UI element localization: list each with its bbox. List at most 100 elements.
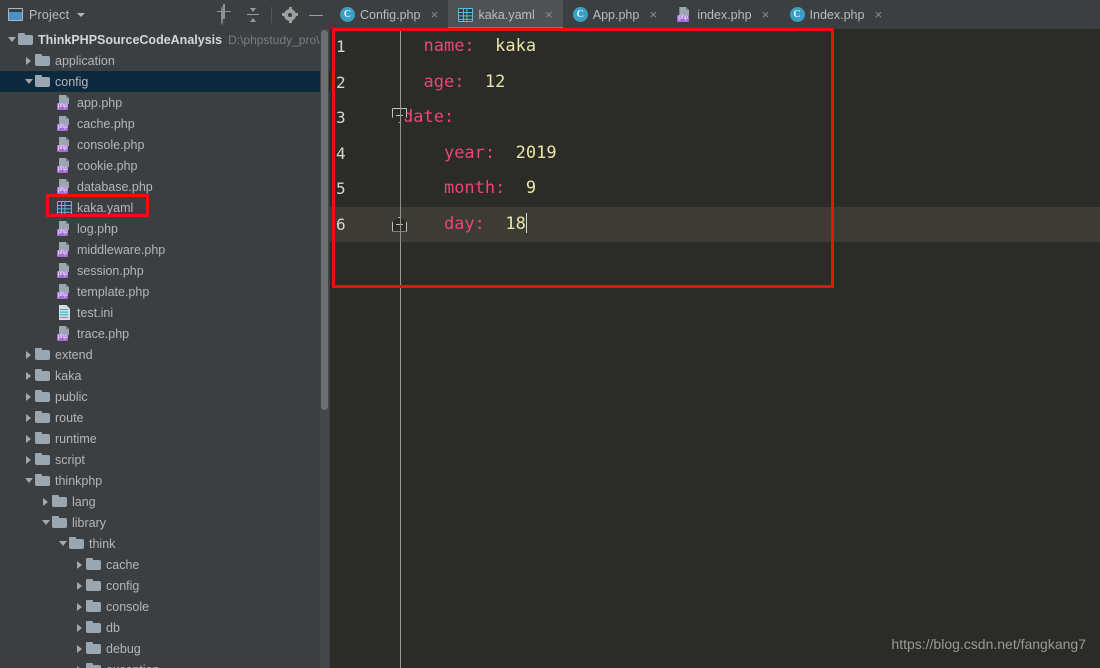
chevron-down-icon[interactable]: [23, 71, 35, 92]
tree-scrollbar-thumb[interactable]: [321, 30, 328, 410]
chevron-right-icon[interactable]: [23, 407, 35, 428]
tree-row[interactable]: ThinkPHPSourceCodeAnalysis D:\phpstudy_pr…: [0, 29, 330, 50]
tree-row[interactable]: php session.php: [0, 260, 330, 281]
editor-tab[interactable]: C App.php ×: [563, 0, 668, 29]
project-tree-panel: ThinkPHPSourceCodeAnalysis D:\phpstudy_pr…: [0, 29, 330, 668]
yaml-value: 18: [505, 213, 526, 234]
chevron-right-icon[interactable]: [74, 638, 86, 659]
tree-row[interactable]: library: [0, 512, 330, 533]
tree-row[interactable]: php app.php: [0, 92, 330, 113]
close-icon[interactable]: ×: [544, 8, 554, 21]
editor-tab[interactable]: kaka.yaml ×: [448, 0, 564, 29]
collapse-all-icon[interactable]: [245, 7, 261, 23]
close-icon[interactable]: ×: [761, 8, 771, 21]
tree-row[interactable]: runtime: [0, 428, 330, 449]
chevron-right-icon[interactable]: [23, 365, 35, 386]
tree-row[interactable]: php template.php: [0, 281, 330, 302]
chevron-right-icon[interactable]: [74, 575, 86, 596]
tree-row[interactable]: public: [0, 386, 330, 407]
tree-row[interactable]: kaka: [0, 365, 330, 386]
yaml-key: age:: [423, 71, 465, 92]
chevron-right-icon[interactable]: [23, 449, 35, 470]
toolbar-divider: [271, 6, 272, 23]
tree-row[interactable]: php cache.php: [0, 113, 330, 134]
editor-tab[interactable]: php index.php ×: [667, 0, 779, 29]
locate-in-tree-icon[interactable]: [219, 5, 235, 25]
yaml-file-icon: [458, 7, 474, 22]
tree-row[interactable]: php console.php: [0, 134, 330, 155]
chevron-down-icon[interactable]: [6, 29, 18, 50]
chevron-right-icon[interactable]: [23, 50, 35, 71]
editor-tab-strip: C Config.php × kaka.yaml × C App.php × php index.…: [330, 0, 1100, 29]
tree-row[interactable]: debug: [0, 638, 330, 659]
tree-row[interactable]: config: [0, 71, 330, 92]
tree-row[interactable]: php cookie.php: [0, 155, 330, 176]
code-line[interactable]: 4 year: 2019: [330, 136, 1100, 172]
project-panel-label: Project: [29, 7, 70, 22]
tree-row[interactable]: route: [0, 407, 330, 428]
ide-window: Project C Config.php × kaka.yaml × C App.php × p…: [0, 0, 1100, 668]
chevron-right-icon[interactable]: [23, 428, 35, 449]
tree-row-label: config: [55, 74, 89, 89]
close-icon[interactable]: ×: [648, 8, 658, 21]
tree-row[interactable]: config: [0, 575, 330, 596]
chevron-down-icon[interactable]: [77, 12, 86, 17]
php-file-icon: php: [57, 137, 72, 152]
line-number: 3: [336, 108, 346, 127]
code-line[interactable]: 5 month: 9: [330, 171, 1100, 207]
tree-row-label: kaka.yaml: [77, 200, 134, 215]
chevron-right-icon[interactable]: [40, 491, 52, 512]
tree-row[interactable]: php trace.php: [0, 323, 330, 344]
tree-row[interactable]: db: [0, 617, 330, 638]
project-panel-selector[interactable]: Project: [8, 7, 86, 22]
code-fold-line: [399, 127, 401, 242]
tree-row[interactable]: lang: [0, 491, 330, 512]
editor-tab[interactable]: C Config.php ×: [330, 0, 448, 29]
code-line[interactable]: 2 age: 12: [330, 65, 1100, 101]
tree-row[interactable]: test.ini: [0, 302, 330, 323]
gutter-separator: [400, 29, 401, 668]
code-line[interactable]: 1 name: kaka: [330, 29, 1100, 65]
tree-row[interactable]: php middleware.php: [0, 239, 330, 260]
tree-row[interactable]: kaka.yaml: [0, 197, 330, 218]
tree-row-label: kaka: [55, 368, 82, 383]
tree-row[interactable]: think: [0, 533, 330, 554]
close-icon[interactable]: ×: [873, 8, 883, 21]
chevron-down-icon[interactable]: [57, 533, 69, 554]
folder-icon: [86, 642, 101, 655]
tree-row[interactable]: console: [0, 596, 330, 617]
tree-row[interactable]: script: [0, 449, 330, 470]
editor-code-area[interactable]: 1 name: kaka 2 age: 12 3 date: 4 year: 2019 5…: [330, 29, 1100, 668]
code-line[interactable]: 6 day: 18: [330, 206, 1100, 242]
tree-row-label: library: [72, 515, 107, 530]
code-editor[interactable]: 1 name: kaka 2 age: 12 3 date: 4 year: 2019 5…: [330, 29, 1100, 668]
tree-row[interactable]: extend: [0, 344, 330, 365]
tree-row[interactable]: cache: [0, 554, 330, 575]
editor-tab[interactable]: C Index.php ×: [780, 0, 893, 29]
chevron-right-icon[interactable]: [74, 659, 86, 668]
gear-icon[interactable]: [282, 6, 298, 23]
tree-row[interactable]: application: [0, 50, 330, 71]
project-window-icon: [8, 8, 23, 21]
chevron-right-icon[interactable]: [74, 596, 86, 617]
chevron-right-icon[interactable]: [74, 617, 86, 638]
folder-icon: [35, 474, 50, 487]
folder-icon: [52, 495, 67, 508]
tree-row[interactable]: thinkphp: [0, 470, 330, 491]
tree-row[interactable]: php database.php: [0, 176, 330, 197]
php-class-icon: C: [789, 7, 805, 22]
minimize-icon[interactable]: [308, 7, 324, 23]
chevron-right-icon[interactable]: [23, 386, 35, 407]
yaml-file-icon: [57, 200, 72, 215]
editor-tab-label: App.php: [592, 7, 640, 22]
chevron-right-icon[interactable]: [74, 554, 86, 575]
chevron-down-icon[interactable]: [40, 512, 52, 533]
tree-row[interactable]: php log.php: [0, 218, 330, 239]
close-icon[interactable]: ×: [429, 8, 439, 21]
editor-tab-label: kaka.yaml: [478, 7, 535, 22]
php-file-icon: php: [57, 263, 72, 278]
code-line[interactable]: 3 date:: [330, 100, 1100, 136]
chevron-down-icon[interactable]: [23, 470, 35, 491]
chevron-right-icon[interactable]: [23, 344, 35, 365]
tree-row[interactable]: exception: [0, 659, 330, 668]
